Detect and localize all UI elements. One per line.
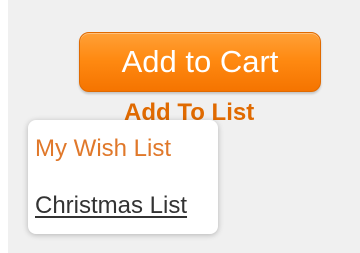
- add-to-cart-button[interactable]: Add to Cart: [79, 32, 321, 92]
- menu-item-christmas-list[interactable]: Christmas List: [35, 192, 187, 220]
- list-dropdown-menu: My Wish List Christmas List: [28, 120, 218, 234]
- menu-item-my-wish-list[interactable]: My Wish List: [35, 135, 171, 163]
